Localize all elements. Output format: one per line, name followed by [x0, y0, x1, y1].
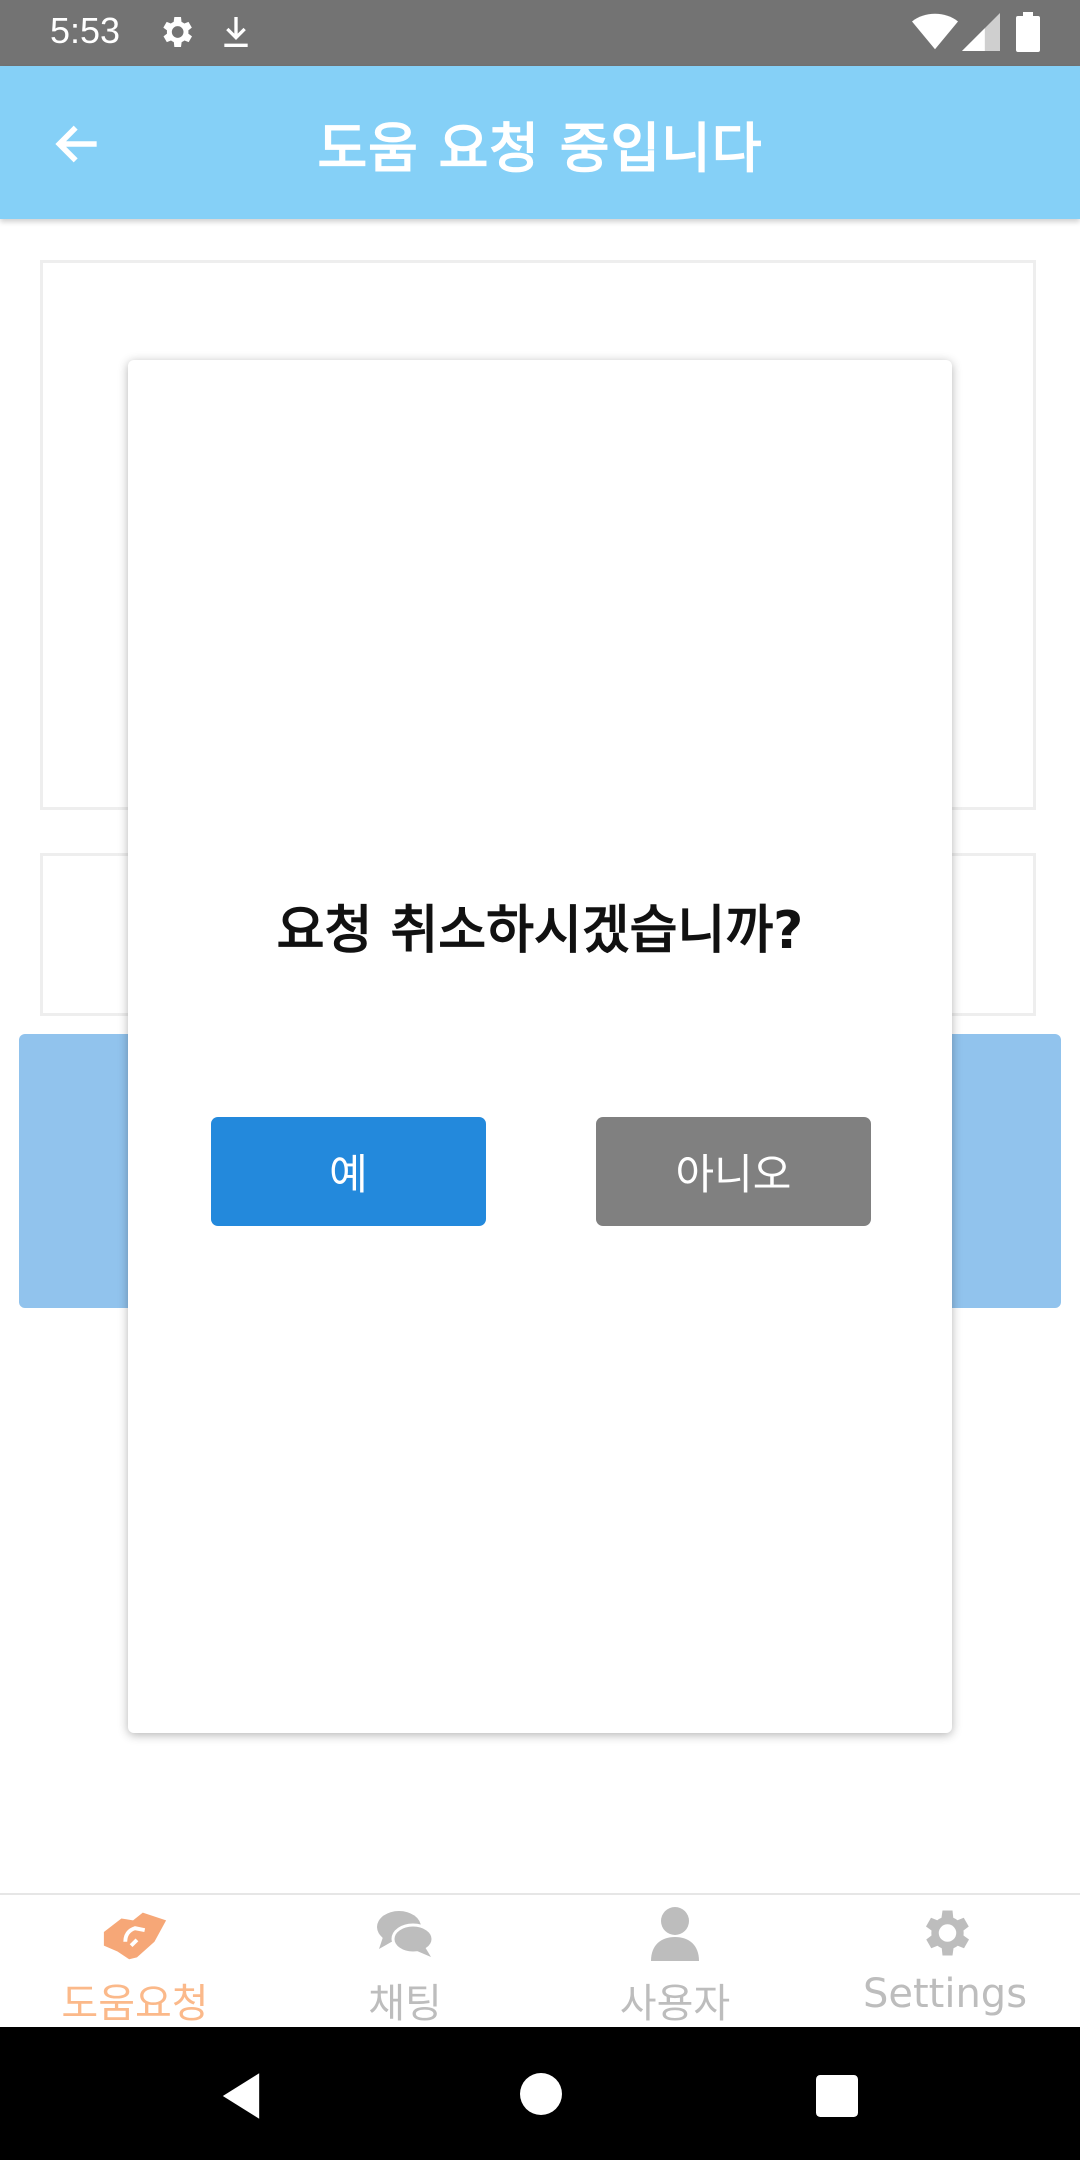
tab-chat-label: 채팅: [368, 1981, 442, 2027]
wifi-icon: [912, 13, 958, 50]
handshake-icon: [103, 1912, 167, 1960]
recents-square-icon[interactable]: [816, 2075, 858, 2117]
settings-status-icon: [163, 17, 192, 47]
no-button[interactable]: 아니오: [596, 1117, 871, 1226]
home-circle-icon[interactable]: [520, 2073, 562, 2115]
signal-icon: [962, 13, 1000, 51]
tab-settings-label: Settings: [862, 1971, 1028, 2017]
back-triangle-icon[interactable]: [218, 2071, 264, 2121]
confirm-dialog: 요청 취소하시겠습니까? 예 아니오: [128, 360, 952, 1733]
download-status-icon: [224, 17, 248, 47]
yes-button[interactable]: 예: [211, 1117, 486, 1226]
tab-help-request[interactable]: 도움요청: [0, 1895, 270, 2029]
battery-icon: [1016, 12, 1040, 52]
tab-user[interactable]: 사용자: [540, 1895, 810, 2029]
status-time: 5:53: [50, 10, 121, 51]
bottom-nav: 도움요청 채팅 사용자 Settings: [0, 1893, 1080, 2029]
app-bar: 도움 요청 중입니다: [0, 66, 1080, 219]
system-nav-bar: [0, 2027, 1080, 2160]
chat-bubbles-icon: [377, 1911, 435, 1957]
tab-settings[interactable]: Settings: [810, 1895, 1080, 2029]
tab-help-request-label: 도움요청: [61, 1981, 209, 2027]
dialog-message: 요청 취소하시겠습니까?: [276, 901, 804, 961]
tab-user-label: 사용자: [619, 1981, 731, 2027]
status-bar: 5:53: [0, 0, 1080, 66]
user-icon: [651, 1907, 699, 1961]
gear-icon: [926, 1910, 969, 1956]
tab-chat[interactable]: 채팅: [270, 1895, 540, 2029]
page-title: 도움 요청 중입니다: [317, 117, 763, 180]
